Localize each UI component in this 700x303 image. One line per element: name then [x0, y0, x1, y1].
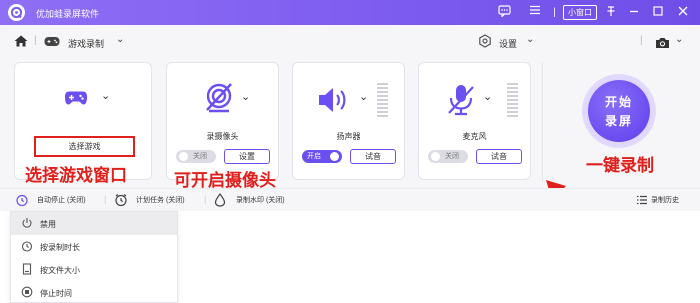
dropdown-item-by-size[interactable]: 按文件大小	[11, 258, 177, 281]
settings-label[interactable]: 设置	[499, 37, 517, 50]
watermark-label[interactable]: 录制水印 (关闭)	[236, 195, 285, 205]
chevron-down-icon[interactable]: ⌄	[359, 90, 368, 103]
toggle-knob	[330, 152, 339, 161]
dropdown-item-by-duration[interactable]: 按录制时长	[11, 235, 177, 258]
title-bar: 优加蛙录屏软件 | 小窗口	[0, 0, 700, 25]
mini-window-button[interactable]: 小窗口	[563, 5, 597, 20]
mic-toggle[interactable]: 关闭	[428, 150, 468, 163]
record-label-line1: 开始	[604, 95, 633, 109]
scheduled-task-label[interactable]: 计划任务 (关闭)	[136, 195, 185, 205]
menu-icon[interactable]	[527, 5, 542, 20]
dropdown-item-label: 停止时间	[40, 289, 72, 298]
separator: |	[640, 35, 643, 46]
chevron-down-icon[interactable]: ⌄	[483, 90, 492, 103]
camera-settings-button[interactable]: 设置	[224, 149, 270, 164]
mic-card: ⌄ 麦克风 关闭 试音	[418, 62, 531, 180]
start-record-button[interactable]: 开始 录屏	[588, 80, 650, 142]
record-label-line2: 录屏	[604, 114, 633, 128]
speaker-icon	[319, 88, 346, 112]
record-history-label[interactable]: 录制历史	[651, 195, 679, 205]
toggle-label: 关闭	[193, 153, 207, 160]
mic-label: 麦克风	[462, 132, 487, 141]
volume-meter	[512, 83, 518, 119]
app-title: 优加蛙录屏软件	[36, 9, 100, 19]
stop-icon	[21, 286, 33, 298]
gear-icon[interactable]	[478, 34, 492, 48]
close-icon[interactable]	[675, 5, 690, 20]
vertical-divider	[542, 62, 543, 182]
chevron-down-icon[interactable]: ⌄	[116, 34, 124, 45]
alarm-clock-icon[interactable]	[15, 193, 29, 207]
camera-label: 录摄像头	[206, 132, 239, 141]
dropdown-item-stop-time[interactable]: 停止时间	[11, 281, 177, 303]
chat-icon[interactable]	[497, 5, 512, 20]
pin-icon[interactable]	[603, 5, 618, 20]
timer-icon	[21, 241, 33, 252]
select-game-button[interactable]: 选择游戏	[34, 136, 135, 157]
auto-stop-dropdown: 禁用 按录制时长 按文件大小 停止时间	[10, 211, 178, 303]
speaker-label: 扬声器	[336, 132, 361, 141]
gamepad-icon	[44, 37, 60, 46]
annotation-select-game: 选择游戏窗口	[25, 166, 127, 185]
mic-test-button[interactable]: 试音	[476, 149, 522, 164]
file-icon	[22, 263, 32, 275]
separator: |	[204, 194, 207, 204]
minimize-icon[interactable]	[626, 5, 641, 20]
camera-card: ⌄ 录摄像头 关闭 设置	[166, 62, 279, 180]
alarm-clock-icon[interactable]	[114, 193, 128, 207]
speaker-card: ⌄ 扬声器 开启 试音	[292, 62, 405, 180]
annotation-one-click-record: 一键录制	[586, 156, 654, 175]
power-icon	[22, 218, 32, 228]
mode-toolbar: | 游戏录制 ⌄ 设置 ⌄ | ⌄	[0, 25, 700, 58]
bottom-status-bar: 自动停止 (关闭) | 计划任务 (关闭) | 录制水印 (关闭) 录制历史	[0, 188, 700, 211]
auto-stop-label[interactable]: 自动停止 (关闭)	[37, 195, 86, 205]
volume-meter	[382, 83, 388, 119]
chevron-down-icon[interactable]: ⌄	[526, 34, 534, 45]
mode-label[interactable]: 游戏录制	[68, 37, 104, 50]
chevron-down-icon[interactable]: ⌄	[241, 90, 250, 103]
camera-off-icon	[206, 83, 232, 113]
toggle-label: 关闭	[445, 153, 459, 160]
gamepad-icon	[64, 91, 88, 105]
dropdown-item-label: 禁用	[40, 220, 56, 229]
home-icon[interactable]	[14, 35, 28, 47]
screenshot-camera-icon[interactable]	[655, 37, 670, 49]
toggle-label: 开启	[307, 153, 321, 160]
separator: |	[104, 194, 107, 204]
chevron-down-icon[interactable]: ⌄	[101, 89, 110, 102]
speaker-toggle[interactable]: 开启	[302, 150, 342, 163]
app-logo-icon	[8, 4, 25, 21]
divider-bar: |	[553, 7, 556, 18]
list-icon[interactable]	[636, 195, 648, 205]
dropdown-item-label: 按录制时长	[40, 243, 80, 252]
dropdown-item-label: 按文件大小	[40, 266, 80, 275]
toggle-knob	[431, 152, 440, 161]
separator: |	[34, 35, 37, 46]
camera-toggle[interactable]: 关闭	[176, 150, 216, 163]
watermark-drop-icon[interactable]	[214, 193, 226, 207]
speaker-test-button[interactable]: 试音	[350, 149, 396, 164]
dropdown-item-disable[interactable]: 禁用	[11, 212, 177, 235]
toggle-knob	[179, 152, 188, 161]
maximize-icon[interactable]	[650, 5, 665, 20]
mic-off-icon	[448, 85, 474, 116]
chevron-down-icon[interactable]: ⌄	[675, 34, 683, 45]
